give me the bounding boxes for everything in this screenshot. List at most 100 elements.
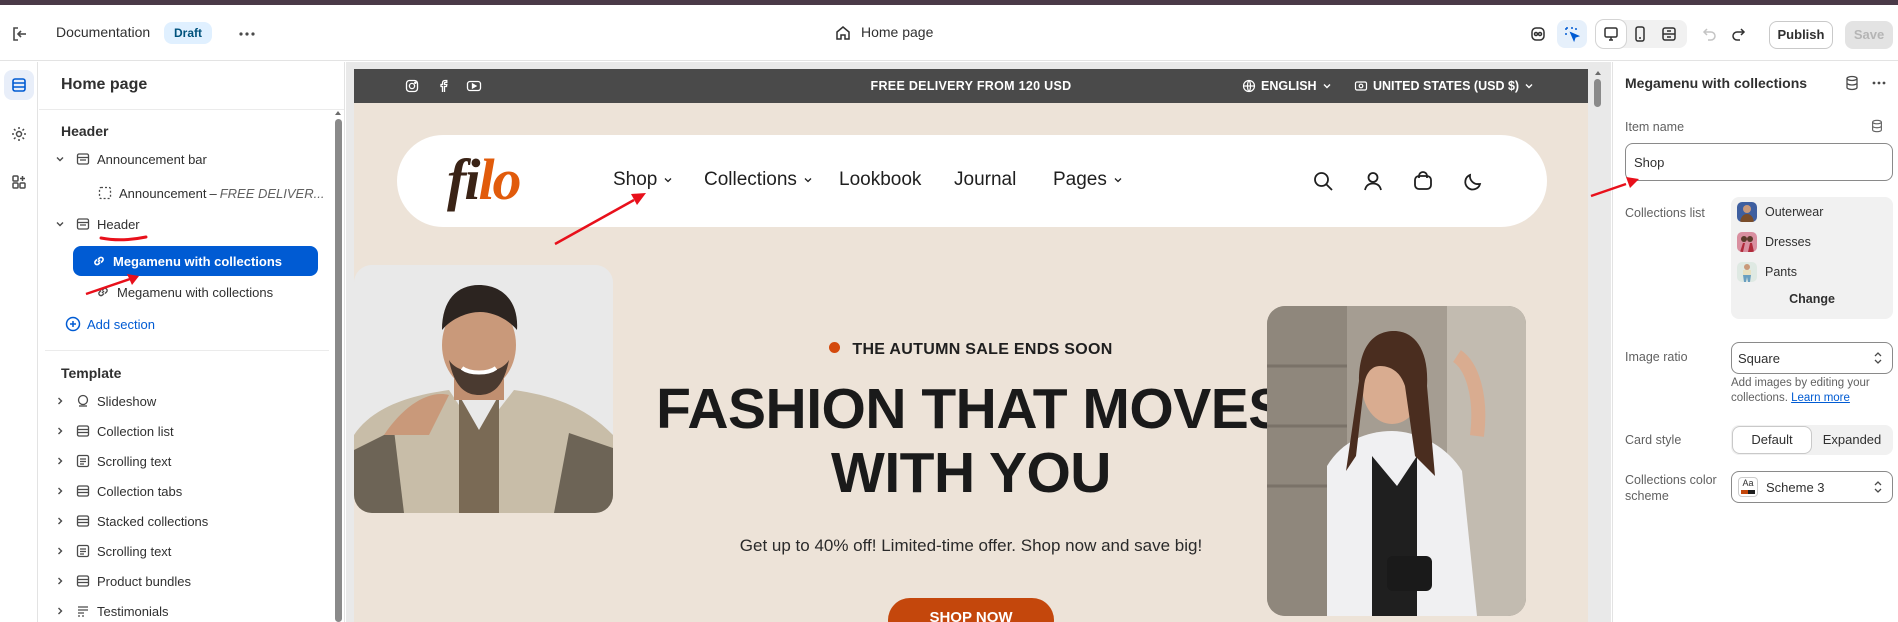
block-announcement[interactable]: Announcement – FREE DELIVER... bbox=[97, 180, 337, 206]
language-selector[interactable]: ENGLISH bbox=[1242, 79, 1332, 93]
announcement-bar[interactable]: FREE DELIVERY FROM 120 USD ENGLISH UNITE… bbox=[354, 69, 1588, 103]
section-icon bbox=[75, 573, 91, 589]
section-header[interactable]: Header bbox=[53, 211, 323, 237]
chevron-right-icon[interactable] bbox=[53, 544, 67, 558]
dark-mode-icon[interactable] bbox=[1461, 169, 1485, 193]
nav-shop[interactable]: Shop bbox=[613, 169, 673, 191]
section-icon bbox=[75, 216, 91, 232]
database-icon[interactable] bbox=[1843, 74, 1861, 92]
gear-icon[interactable] bbox=[4, 119, 34, 149]
group-header-title: Header bbox=[61, 123, 109, 139]
nav-collections[interactable]: Collections bbox=[704, 169, 813, 191]
section-label: Collection list bbox=[97, 423, 174, 439]
apps-icon[interactable] bbox=[4, 167, 34, 197]
chevron-right-icon[interactable] bbox=[53, 454, 67, 468]
redo-icon[interactable] bbox=[1723, 20, 1753, 48]
more-options-icon[interactable] bbox=[236, 23, 258, 45]
save-button[interactable]: Save bbox=[1845, 21, 1893, 49]
panel-title: Home page bbox=[61, 76, 148, 93]
add-section-label: Add section bbox=[87, 316, 155, 332]
search-icon[interactable] bbox=[1311, 169, 1335, 193]
chevron-down-icon[interactable] bbox=[53, 152, 67, 166]
section-slideshow[interactable]: Slideshow bbox=[53, 388, 323, 414]
chevron-down-icon bbox=[663, 175, 673, 185]
select-arrows-icon bbox=[1872, 480, 1884, 494]
section-scrolling-text[interactable]: Scrolling text bbox=[53, 448, 323, 474]
inspector-icon[interactable] bbox=[1557, 20, 1587, 48]
group-template-title: Template bbox=[61, 365, 122, 381]
chevron-right-icon[interactable] bbox=[53, 604, 67, 618]
section-label: Testimonials bbox=[97, 603, 169, 619]
text-icon bbox=[75, 543, 91, 559]
more-options-icon[interactable] bbox=[1869, 74, 1889, 92]
country-selector[interactable]: UNITED STATES (USD $) bbox=[1354, 79, 1534, 93]
page-selector[interactable]: Home page bbox=[861, 24, 933, 40]
scrollbar-thumb[interactable] bbox=[1594, 79, 1601, 107]
card-style-expanded[interactable]: Expanded bbox=[1813, 427, 1891, 453]
top-bar: Documentation Draft Home page Publish Sa… bbox=[0, 5, 1898, 61]
card-style-default[interactable]: Default bbox=[1733, 427, 1811, 453]
globe-icon bbox=[1242, 79, 1256, 93]
country-label: UNITED STATES (USD $) bbox=[1373, 79, 1520, 93]
exit-icon[interactable] bbox=[9, 23, 31, 45]
store-name[interactable]: Documentation bbox=[56, 24, 150, 40]
database-icon[interactable] bbox=[1869, 118, 1885, 134]
store-logo[interactable]: filo bbox=[447, 151, 522, 209]
sections-icon[interactable] bbox=[4, 70, 34, 100]
image-ratio-select[interactable]: Square bbox=[1731, 342, 1893, 374]
collection-thumbnail bbox=[1737, 202, 1757, 222]
item-name-input[interactable] bbox=[1625, 143, 1893, 181]
nav-lookbook[interactable]: Lookbook bbox=[839, 169, 921, 191]
section-icon bbox=[75, 513, 91, 529]
block-megamenu[interactable]: Megamenu with collections bbox=[95, 279, 335, 305]
undo-icon[interactable] bbox=[1695, 20, 1725, 48]
panel-scrollbar[interactable] bbox=[332, 109, 344, 622]
mobile-icon[interactable] bbox=[1625, 20, 1655, 48]
section-collection-list[interactable]: Collection list bbox=[53, 418, 323, 444]
nav-pages[interactable]: Pages bbox=[1053, 169, 1123, 191]
section-testimonials[interactable]: Testimonials bbox=[53, 598, 323, 622]
collection-item[interactable]: Pants bbox=[1737, 261, 1797, 283]
color-scheme-swatch: Aa bbox=[1738, 477, 1758, 497]
chevron-right-icon[interactable] bbox=[53, 394, 67, 408]
chevron-right-icon[interactable] bbox=[53, 484, 67, 498]
collection-item[interactable]: Outerwear bbox=[1737, 201, 1823, 223]
testimonials-icon bbox=[75, 603, 91, 619]
section-stacked-collections[interactable]: Stacked collections bbox=[53, 508, 323, 534]
color-scheme-select[interactable]: Aa Scheme 3 bbox=[1731, 471, 1893, 503]
chevron-right-icon[interactable] bbox=[53, 424, 67, 438]
section-collection-tabs[interactable]: Collection tabs bbox=[53, 478, 323, 504]
section-icon bbox=[75, 483, 91, 499]
learn-more-link[interactable]: Learn more bbox=[1791, 392, 1850, 404]
cart-icon[interactable] bbox=[1411, 169, 1435, 193]
store-header-nav: filo Shop Collections Lookbook Journal P… bbox=[397, 135, 1547, 227]
scrollbar-thumb[interactable] bbox=[335, 119, 342, 622]
chevron-right-icon[interactable] bbox=[53, 514, 67, 528]
section-product-bundles[interactable]: Product bundles bbox=[53, 568, 323, 594]
preview-scrollbar[interactable] bbox=[1592, 69, 1604, 622]
nav-journal[interactable]: Journal bbox=[954, 169, 1016, 191]
change-collections-button[interactable]: Change bbox=[1731, 292, 1893, 306]
section-announcement-bar[interactable]: Announcement bar bbox=[53, 146, 323, 172]
fullscreen-icon[interactable] bbox=[1654, 20, 1684, 48]
section-icon bbox=[75, 423, 91, 439]
section-label: Slideshow bbox=[97, 393, 157, 409]
account-icon[interactable] bbox=[1361, 169, 1385, 193]
add-section-button[interactable]: Add section bbox=[65, 311, 335, 337]
home-icon bbox=[834, 24, 852, 42]
publish-button[interactable]: Publish bbox=[1769, 21, 1833, 49]
collection-thumbnail bbox=[1737, 262, 1757, 282]
card-style-toggle: Default Expanded bbox=[1731, 425, 1893, 455]
chevron-right-icon[interactable] bbox=[53, 574, 67, 588]
collection-item[interactable]: Dresses bbox=[1737, 231, 1811, 253]
preview-icon[interactable] bbox=[1523, 20, 1553, 48]
section-label: Stacked collections bbox=[97, 513, 209, 529]
section-scrolling-text-2[interactable]: Scrolling text bbox=[53, 538, 323, 564]
collections-list: Outerwear Dresses Pants Change bbox=[1731, 197, 1893, 319]
block-settings-panel: Megamenu with collections Item name Coll… bbox=[1612, 62, 1898, 622]
block-label: Megamenu with collections bbox=[117, 284, 274, 300]
block-megamenu-selected[interactable]: Megamenu with collections bbox=[73, 246, 318, 276]
chevron-down-icon[interactable] bbox=[53, 217, 67, 231]
shop-now-button[interactable]: SHOP NOW bbox=[888, 598, 1054, 622]
desktop-icon[interactable] bbox=[1596, 20, 1626, 48]
